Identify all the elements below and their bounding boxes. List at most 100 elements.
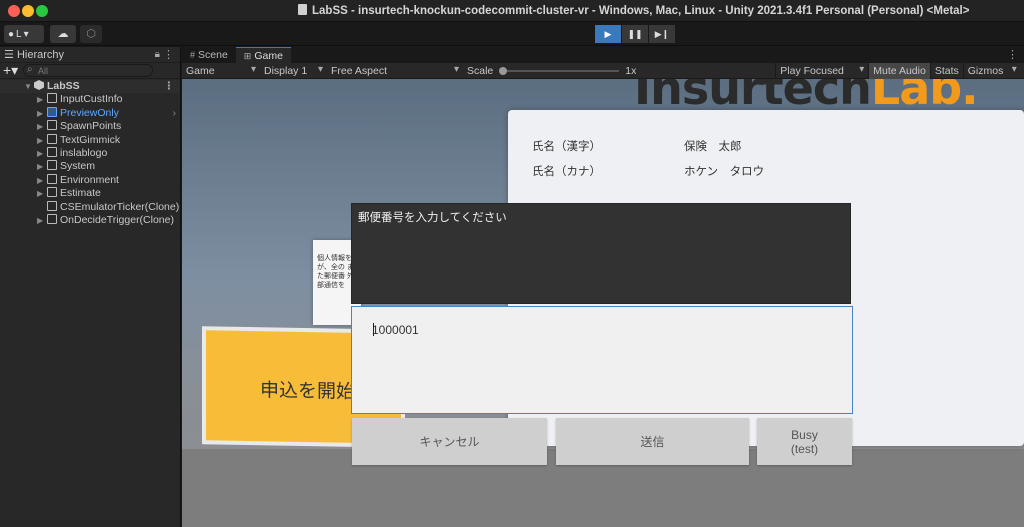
hierarchy-item[interactable]: ▶ inslablogo xyxy=(0,146,180,160)
tab-scene[interactable]: # Scene xyxy=(182,47,236,63)
game-view-toolbar: Game Display 1 Free Aspect Scale 1x Play… xyxy=(182,62,1024,79)
collapse-arrow-icon[interactable]: ▶ xyxy=(37,214,47,227)
hierarchy-item[interactable]: ▶ TextGimmick xyxy=(0,133,180,147)
hierarchy-search-row: +▾ All xyxy=(0,62,180,79)
collab-button[interactable]: ⬡ xyxy=(80,25,102,43)
hierarchy-item[interactable]: ▶ SpawnPoints xyxy=(0,120,180,133)
cancel-button[interactable]: キャンセル xyxy=(352,418,547,465)
account-dropdown[interactable]: ● L ▾ xyxy=(4,25,44,43)
scene-menu-icon[interactable]: ⋮ xyxy=(164,80,175,93)
hierarchy-item[interactable]: ▶ OnDecideTrigger(Clone) xyxy=(0,213,180,227)
gameobject-icon xyxy=(47,133,57,144)
scene-root[interactable]: ▼ LabSS ⋮ xyxy=(0,80,180,94)
hierarchy-item-label: inslablogo xyxy=(60,146,108,159)
mute-audio-label: Mute Audio xyxy=(873,64,926,77)
dialog-message: 郵便番号を入力してください xyxy=(358,212,507,224)
hierarchy-item[interactable]: ▶ Environment xyxy=(0,173,180,187)
info-row: 氏名（漢字） 保険 太郎 xyxy=(532,138,742,154)
tab-scene-label: Scene xyxy=(198,49,228,61)
gameobject-icon xyxy=(47,120,57,131)
hierarchy-item-label: Estimate xyxy=(60,187,101,200)
hierarchy-item-label: PreviewOnly xyxy=(60,106,119,119)
hierarchy-item-previewonly[interactable]: ▶ PreviewOnly › xyxy=(0,106,180,120)
scene-root-label: LabSS xyxy=(47,80,80,92)
kebab-menu-icon[interactable]: ⋮ xyxy=(163,47,174,63)
hierarchy-search-input[interactable]: All xyxy=(23,64,153,77)
hierarchy-panel: ☰ Hierarchy 🔒︎ ⋮ +▾ All ▼ LabSS ⋮ ▶ InputC… xyxy=(0,47,181,527)
tab-game-label: Game xyxy=(254,50,283,62)
mute-audio-toggle[interactable]: Mute Audio xyxy=(868,62,930,79)
gamepad-icon: ⊞ xyxy=(243,51,252,61)
hierarchy-item-label: SpawnPoints xyxy=(60,120,122,133)
unity-scene-icon xyxy=(34,80,44,90)
zoom-window-button[interactable] xyxy=(36,5,48,17)
stats-label: Stats xyxy=(934,64,959,77)
hierarchy-item[interactable]: ▶ Estimate xyxy=(0,187,180,200)
play-button[interactable]: ▶ xyxy=(595,25,621,43)
gameobject-icon xyxy=(47,160,57,171)
cancel-label: キャンセル xyxy=(419,434,480,449)
aspect-value: Free Aspect xyxy=(331,64,388,77)
busy-test-button[interactable]: Busy (test) xyxy=(757,418,852,465)
scale-slider-handle[interactable] xyxy=(499,66,508,75)
mode-dropdown[interactable]: Game xyxy=(182,64,260,77)
gameobject-icon xyxy=(47,93,57,104)
scale-label: Scale xyxy=(467,64,494,77)
hierarchy-item-label: Environment xyxy=(60,173,119,186)
minimize-window-button[interactable] xyxy=(22,5,34,17)
cloud-button[interactable]: ☁ xyxy=(50,25,76,43)
account-label: L xyxy=(16,28,22,40)
collapse-arrow-icon[interactable]: ▶ xyxy=(37,147,47,160)
pause-button[interactable]: ❚❚ xyxy=(622,25,648,43)
hierarchy-item-label: OnDecideTrigger(Clone) xyxy=(60,213,174,226)
main-toolbar: ● L ▾ ☁ ⬡ ▶ ❚❚ ▶❙ xyxy=(0,22,1024,46)
paper-text: 個人情報を が、全の また郵便番 外部通信を xyxy=(317,255,354,289)
hierarchy-item-label: TextGimmick xyxy=(60,133,121,146)
close-window-button[interactable] xyxy=(8,5,20,17)
hierarchy-item[interactable]: ▶ InputCustInfo xyxy=(0,93,180,106)
title-bar: LabSS - insurtech-knockun-codecommit-clu… xyxy=(0,0,1024,22)
hierarchy-tab[interactable]: ☰ Hierarchy 🔒︎ ⋮ xyxy=(0,47,180,63)
gizmos-dropdown[interactable]: Gizmos xyxy=(962,62,1021,79)
info-label: 氏名（カナ） xyxy=(532,166,601,178)
collapse-arrow-icon[interactable]: ▶ xyxy=(37,160,47,173)
send-label: 送信 xyxy=(640,434,665,449)
info-value: 保険 太郎 xyxy=(684,141,742,153)
postal-code-value: 1000001 xyxy=(372,323,419,337)
collapse-arrow-icon[interactable]: ▶ xyxy=(37,174,47,187)
prefab-icon xyxy=(47,106,57,117)
start-button-label: 申込を開始 xyxy=(260,380,356,403)
add-object-button[interactable]: +▾ xyxy=(3,62,19,79)
aspect-dropdown[interactable]: Free Aspect xyxy=(327,64,463,77)
scale-slider[interactable] xyxy=(499,66,620,75)
send-button[interactable]: 送信 xyxy=(556,418,749,465)
hierarchy-item[interactable]: CSEmulatorTicker(Clone) xyxy=(0,200,180,214)
display-value: Display 1 xyxy=(264,64,308,77)
gameobject-icon xyxy=(47,146,57,157)
hierarchy-item[interactable]: ▶ System xyxy=(0,160,180,173)
game-viewport[interactable]: InsurtechLab. 氏名（漢字） 保険 太郎 氏名（カナ） ホケン タロウ … xyxy=(182,79,1024,527)
collapse-arrow-icon[interactable]: ▶ xyxy=(37,120,47,133)
chevron-right-icon[interactable]: › xyxy=(173,107,177,120)
playback-controls: ▶ ❚❚ ▶❙ xyxy=(595,25,675,43)
postal-code-input[interactable]: 1000001 xyxy=(351,306,853,414)
collapse-arrow-icon[interactable]: ▶ xyxy=(37,107,47,120)
expand-arrow-icon[interactable]: ▼ xyxy=(24,80,34,93)
collapse-arrow-icon[interactable]: ▶ xyxy=(37,134,47,147)
stats-toggle[interactable]: Stats xyxy=(929,62,963,79)
hierarchy-item-label: System xyxy=(60,160,96,173)
lock-icon[interactable]: 🔒︎ xyxy=(155,47,160,63)
collapse-arrow-icon[interactable]: ▶ xyxy=(37,187,47,200)
collapse-arrow-icon[interactable]: ▶ xyxy=(37,93,47,106)
mode-value: Game xyxy=(186,64,215,77)
hierarchy-icon: ☰ xyxy=(4,49,14,61)
scene-icon: # xyxy=(190,50,196,60)
step-button[interactable]: ▶❙ xyxy=(649,25,675,43)
display-dropdown[interactable]: Display 1 xyxy=(260,64,327,77)
collab-icon: ⬡ xyxy=(86,28,96,40)
play-focused-dropdown[interactable]: Play Focused xyxy=(775,62,868,79)
tab-game[interactable]: ⊞ Game xyxy=(235,47,291,63)
gameobject-icon xyxy=(47,200,57,211)
info-value: ホケン タロウ xyxy=(684,166,765,178)
cloud-icon: ☁ xyxy=(57,28,69,40)
